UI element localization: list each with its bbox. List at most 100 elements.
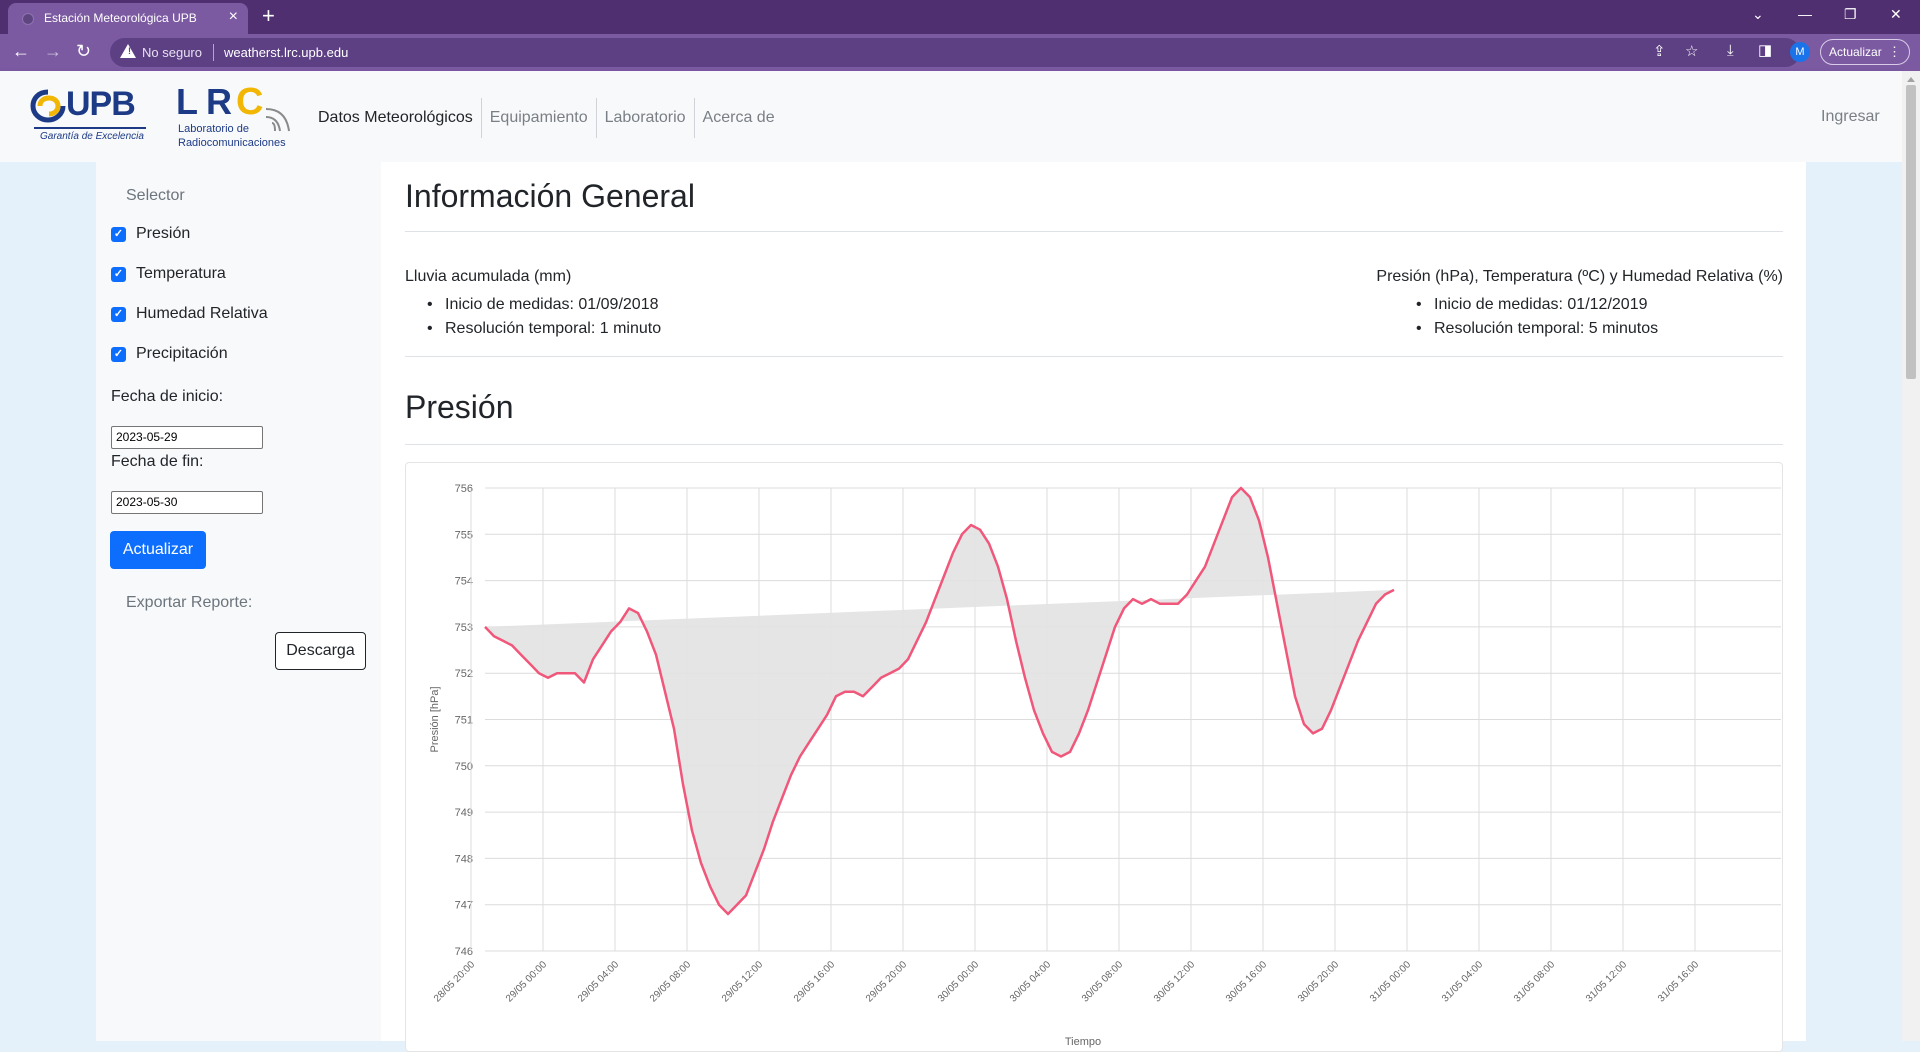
x-tick-label: 30/05 00:00 bbox=[936, 959, 981, 1004]
download-button[interactable]: Descarga bbox=[275, 632, 366, 670]
y-tick-label: 748 bbox=[455, 853, 473, 865]
checkbox-checked-icon[interactable]: ✓ bbox=[111, 306, 126, 322]
export-report-label: Exportar Reporte: bbox=[126, 594, 253, 611]
site-header: UPB Garantía de Excelencia L R C Laborat… bbox=[0, 71, 1902, 162]
main-content: Información General Lluvia acumulada (mm… bbox=[381, 162, 1806, 1052]
x-tick-label: 29/05 00:00 bbox=[504, 959, 549, 1004]
browser-tabstrip: Estación Meteorológica UPB × + ⌄ — ❐ ✕ bbox=[0, 0, 1920, 34]
y-tick-label: 752 bbox=[455, 668, 473, 680]
lrc-logo[interactable]: L R C Laboratorio de Radiocomunicaciones bbox=[176, 81, 296, 151]
page-scrollbar[interactable] bbox=[1902, 71, 1920, 1041]
login-link[interactable]: Ingresar bbox=[1821, 108, 1880, 126]
nav-equipamiento[interactable]: Equipamiento bbox=[480, 98, 596, 138]
nav-datos-meteorologicos[interactable]: Datos Meteorológicos bbox=[318, 98, 481, 138]
rain-info-title: Lluvia acumulada (mm) bbox=[405, 268, 572, 285]
profile-avatar[interactable]: M bbox=[1790, 42, 1810, 62]
browser-update-button[interactable]: Actualizar ⋮ bbox=[1820, 39, 1910, 65]
page-background-left bbox=[0, 162, 96, 1041]
lrc-letter-c: C bbox=[236, 81, 264, 123]
end-date-label: Fecha de fin: bbox=[111, 453, 204, 470]
checkbox-label: Humedad Relativa bbox=[136, 305, 268, 322]
tab-title: Estación Meteorológica UPB bbox=[44, 11, 197, 25]
x-axis-title: Tiempo bbox=[1065, 1036, 1101, 1048]
browser-toolbar: ← → ↻ ! No seguro weatherst.lrc.upb.edu … bbox=[0, 34, 1920, 71]
update-button[interactable]: Actualizar bbox=[110, 531, 206, 569]
pressure-chart-card: 746 747 748 749 750 751 752 753 754 755 756 28/05 2… bbox=[405, 462, 1783, 1052]
url-separator bbox=[213, 44, 214, 61]
x-tick-label: 29/05 12:00 bbox=[720, 959, 765, 1004]
restore-icon[interactable]: ❐ bbox=[1844, 6, 1857, 22]
divider bbox=[405, 231, 1783, 232]
checkbox-checked-icon[interactable]: ✓ bbox=[111, 226, 126, 242]
radio-waves-icon bbox=[265, 108, 290, 132]
tab-close-icon[interactable]: × bbox=[229, 8, 238, 26]
nav-laboratorio[interactable]: Laboratorio bbox=[595, 98, 694, 138]
y-tick-label: 749 bbox=[455, 807, 473, 819]
x-tick-label: 29/05 08:00 bbox=[648, 959, 693, 1004]
forward-icon[interactable]: → bbox=[44, 41, 62, 61]
x-tick-label: 31/05 16:00 bbox=[1656, 959, 1701, 1004]
security-label[interactable]: No seguro bbox=[142, 45, 202, 60]
back-icon[interactable]: ← bbox=[12, 41, 30, 61]
x-tick-label: 30/05 08:00 bbox=[1080, 959, 1125, 1004]
y-tick-label: 750 bbox=[455, 761, 473, 773]
x-tick-label: 31/05 00:00 bbox=[1368, 959, 1413, 1004]
divider bbox=[405, 356, 1783, 357]
checkbox-presion[interactable]: ✓ Presión bbox=[111, 224, 190, 244]
checkbox-label: Temperatura bbox=[136, 265, 226, 282]
tab-search-icon[interactable]: ⌄ bbox=[1752, 6, 1764, 22]
share-icon[interactable]: ⇪ bbox=[1653, 44, 1666, 60]
menu-dots-icon: ⋮ bbox=[1888, 44, 1901, 59]
close-window-icon[interactable]: ✕ bbox=[1890, 6, 1902, 22]
checkbox-checked-icon[interactable]: ✓ bbox=[111, 266, 126, 282]
end-date-input[interactable]: 2023-05-30 bbox=[111, 491, 263, 514]
reload-icon[interactable]: ↻ bbox=[76, 41, 91, 61]
side-panel-icon[interactable]: ◨ bbox=[1758, 43, 1772, 59]
start-date-input[interactable]: 2023-05-29 bbox=[111, 426, 263, 449]
checkbox-temperatura[interactable]: ✓ Temperatura bbox=[111, 264, 226, 284]
browser-tab[interactable]: Estación Meteorológica UPB × bbox=[8, 3, 248, 34]
x-tick-label: 30/05 16:00 bbox=[1224, 959, 1269, 1004]
y-tick-label: 754 bbox=[455, 576, 473, 588]
upb-logo[interactable]: UPB Garantía de Excelencia bbox=[30, 85, 150, 147]
x-tick-label: 29/05 16:00 bbox=[792, 959, 837, 1004]
globe-icon bbox=[22, 13, 34, 25]
upb-logo-tagline: Garantía de Excelencia bbox=[40, 131, 144, 142]
pth-info-item: Inicio de medidas: 01/12/2019 bbox=[1416, 296, 1648, 314]
page-title: Información General bbox=[405, 178, 695, 214]
minimize-icon[interactable]: — bbox=[1798, 6, 1812, 22]
scroll-up-arrow-icon[interactable] bbox=[1907, 77, 1915, 82]
warning-mark: ! bbox=[128, 46, 131, 56]
pressure-chart[interactable]: 746 747 748 749 750 751 752 753 754 755 756 28/05 2… bbox=[406, 463, 1782, 1051]
main-nav: Datos Meteorológicos Equipamiento Labora… bbox=[318, 98, 783, 138]
url-text[interactable]: weatherst.lrc.upb.edu bbox=[224, 45, 348, 60]
address-bar[interactable]: ! No seguro weatherst.lrc.upb.edu ⇪ ☆ bbox=[110, 38, 1800, 67]
x-tick-label: 31/05 08:00 bbox=[1512, 959, 1557, 1004]
y-axis-title: Presión [hPa] bbox=[429, 686, 441, 752]
browser-update-label: Actualizar bbox=[1829, 45, 1882, 59]
lrc-letter-l: L bbox=[176, 81, 198, 122]
checkbox-checked-icon[interactable]: ✓ bbox=[111, 346, 126, 362]
checkbox-label: Precipitación bbox=[136, 345, 228, 362]
x-tick-label: 30/05 04:00 bbox=[1008, 959, 1053, 1004]
y-tick-label: 753 bbox=[455, 622, 473, 634]
y-tick-label: 747 bbox=[455, 900, 473, 912]
nav-acerca-de[interactable]: Acerca de bbox=[693, 98, 783, 138]
bookmark-star-icon[interactable]: ☆ bbox=[1685, 44, 1698, 60]
rain-info-item: Inicio de medidas: 01/09/2018 bbox=[427, 296, 659, 314]
page-background-right bbox=[1806, 162, 1902, 1041]
checkbox-humedad-relativa[interactable]: ✓ Humedad Relativa bbox=[111, 304, 268, 324]
new-tab-icon[interactable]: + bbox=[262, 3, 275, 29]
checkbox-precipitacion[interactable]: ✓ Precipitación bbox=[111, 344, 228, 364]
lrc-letter-r: R bbox=[206, 81, 232, 122]
x-tick-label: 29/05 20:00 bbox=[864, 959, 909, 1004]
scrollbar-thumb[interactable] bbox=[1906, 85, 1916, 379]
start-date-label: Fecha de inicio: bbox=[111, 388, 224, 405]
x-tick-label: 29/05 04:00 bbox=[576, 959, 621, 1004]
lrc-logo-subtitle-2: Radiocomunicaciones bbox=[178, 137, 286, 149]
selector-title: Selector bbox=[126, 187, 185, 204]
pressure-section-title: Presión bbox=[405, 389, 514, 425]
pth-info-title: Presión (hPa), Temperatura (ºC) y Humeda… bbox=[1376, 268, 1783, 285]
y-tick-label: 751 bbox=[455, 715, 473, 727]
download-icon[interactable]: ⤓ bbox=[1727, 43, 1734, 59]
